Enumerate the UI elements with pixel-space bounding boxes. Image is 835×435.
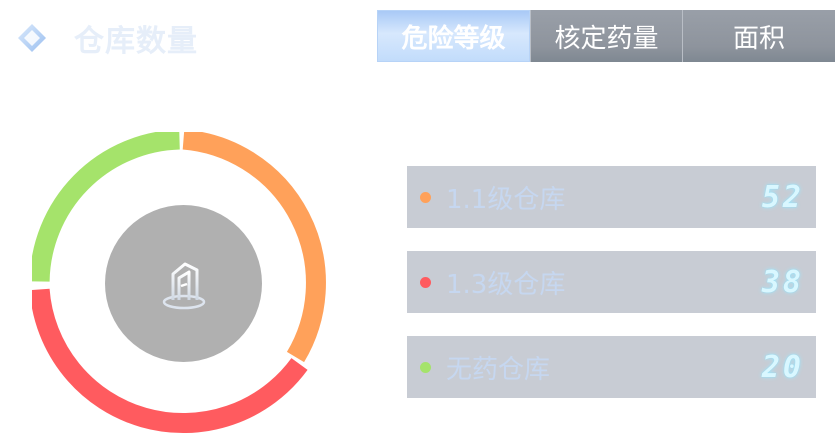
donut-chart [29, 129, 335, 435]
legend-list: 1.1级仓库 52 1.3级仓库 38 无药仓库 20 [407, 166, 816, 421]
panel-title: 仓库数量 [74, 24, 198, 59]
panel-header: 仓库数量 [14, 14, 198, 62]
legend-value: 52 [761, 179, 804, 215]
warehouse-count-panel: 仓库数量 危险等级 核定药量 面积 1.1级仓库 52 1.3级仓库 38 无药… [0, 0, 835, 435]
legend-dot [420, 276, 431, 288]
legend-label: 1.3级仓库 [446, 269, 566, 300]
legend-label: 无药仓库 [446, 354, 551, 385]
legend-value: 20 [761, 349, 804, 385]
legend-dot [420, 191, 431, 203]
diamond-icon [14, 20, 50, 56]
legend-label: 1.1级仓库 [446, 184, 566, 215]
legend-row-1-3[interactable]: 1.3级仓库 38 [407, 251, 816, 313]
legend-dot [420, 361, 431, 373]
legend-value: 38 [761, 264, 804, 300]
legend-row-1-1[interactable]: 1.1级仓库 52 [407, 166, 816, 228]
legend-row-no-explosive[interactable]: 无药仓库 20 [407, 336, 816, 398]
tab-area[interactable]: 面积 [682, 10, 835, 62]
tab-bar: 危险等级 核定药量 面积 [377, 10, 835, 62]
warehouse-building-icon [105, 205, 262, 362]
tab-approved-amount[interactable]: 核定药量 [530, 10, 682, 62]
tab-danger-level[interactable]: 危险等级 [377, 10, 530, 62]
